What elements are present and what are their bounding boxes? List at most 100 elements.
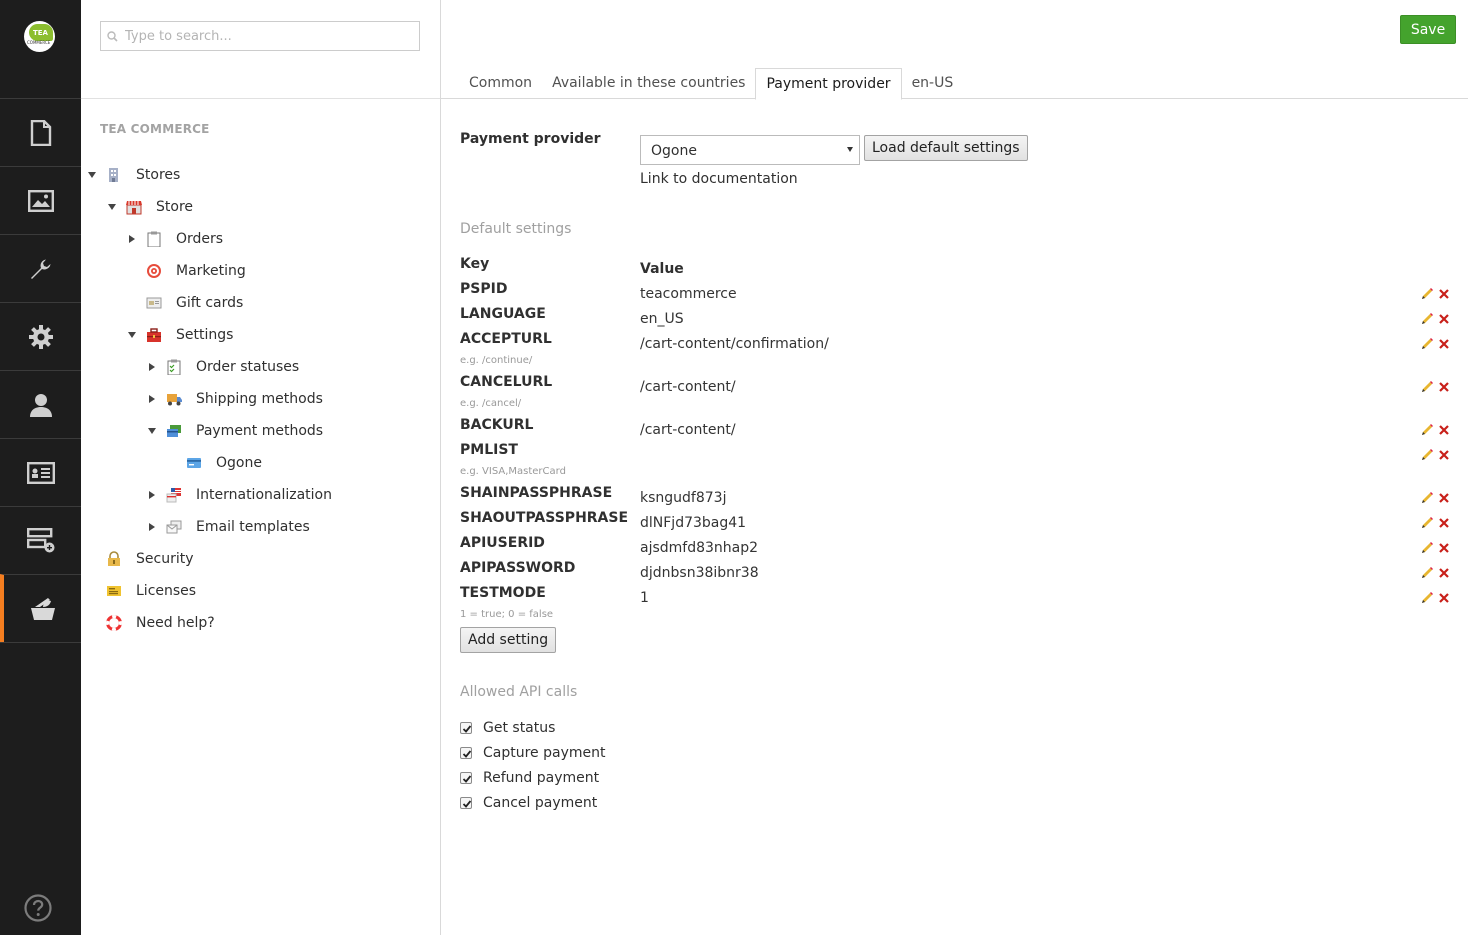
- tree-node-security[interactable]: Security: [86, 547, 194, 571]
- checkbox-label: Capture payment: [483, 745, 606, 761]
- checkbox[interactable]: [460, 747, 472, 759]
- tree-panel: TEA COMMERCE Stores Store Orders Marketi…: [81, 0, 441, 935]
- setting-key: SHAOUTPASSPHRASE: [460, 510, 629, 526]
- app-item-media[interactable]: [0, 166, 81, 234]
- checkbox-label: Cancel payment: [483, 795, 598, 811]
- app-item-users[interactable]: [0, 370, 81, 438]
- setting-key: ACCEPTURL: [460, 331, 552, 347]
- setting-hint: e.g. /cancel/: [460, 398, 522, 409]
- documentation-link[interactable]: Link to documentation: [640, 171, 798, 187]
- delete-x-icon[interactable]: [1439, 493, 1449, 503]
- add-setting-button[interactable]: Add setting: [460, 627, 557, 653]
- tree-node-order-statuses[interactable]: Order statuses: [146, 355, 299, 379]
- setting-value: /cart-content/: [640, 379, 736, 395]
- tree-node-label: Store: [156, 199, 194, 215]
- expand-right-icon[interactable]: [146, 393, 158, 405]
- delete-x-icon[interactable]: [1439, 425, 1449, 435]
- checkbox[interactable]: [460, 797, 472, 809]
- tree-node-label: Stores: [136, 167, 181, 183]
- save-button[interactable]: Save: [1400, 15, 1456, 44]
- row-actions: [1420, 422, 1452, 438]
- tree-node-gift-cards[interactable]: Gift cards: [126, 291, 243, 315]
- tree-node-stores[interactable]: Stores: [86, 163, 180, 187]
- delete-x-icon[interactable]: [1439, 593, 1449, 603]
- gear-icon: [28, 324, 53, 349]
- expand-right-icon[interactable]: [126, 233, 138, 245]
- tree-node-label: Licenses: [136, 583, 197, 599]
- delete-x-icon[interactable]: [1439, 314, 1449, 324]
- app-divider: [0, 642, 81, 643]
- store-icon: [126, 199, 142, 215]
- tree-node-licenses[interactable]: Licenses: [86, 579, 196, 603]
- tree-node-internationalization[interactable]: Internationalization: [146, 483, 332, 507]
- tab-en-us[interactable]: en-US: [902, 68, 964, 99]
- tree-node-label: Gift cards: [176, 295, 244, 311]
- pencil-icon[interactable]: [1420, 491, 1434, 505]
- pencil-icon[interactable]: [1420, 380, 1434, 394]
- pencil-icon[interactable]: [1420, 287, 1434, 301]
- expand-right-icon[interactable]: [146, 361, 158, 373]
- row-actions: [1420, 590, 1452, 606]
- app-item-content[interactable]: [0, 98, 81, 166]
- tree-node-store[interactable]: Store: [106, 195, 193, 219]
- pencil-icon[interactable]: [1420, 541, 1434, 555]
- api-call-capture-payment[interactable]: Capture payment: [460, 744, 605, 762]
- app-item-settings[interactable]: [0, 302, 81, 370]
- pencil-icon[interactable]: [1420, 423, 1434, 437]
- tea-commerce-logo[interactable]: TEA COMMERCE: [24, 21, 55, 52]
- load-default-settings-button[interactable]: Load default settings: [864, 135, 1028, 161]
- clipboard-icon: [146, 231, 162, 248]
- value-column-header: Value: [640, 261, 684, 277]
- app-sidebar: TEA COMMERCE: [0, 0, 81, 935]
- delete-x-icon[interactable]: [1439, 543, 1449, 553]
- tree-node-orders[interactable]: Orders: [126, 227, 223, 251]
- dropdown-caret-icon: [847, 147, 853, 152]
- tree-node-payment-methods[interactable]: Payment methods: [146, 419, 323, 443]
- expand-down-icon[interactable]: [146, 425, 158, 437]
- tree-node-settings[interactable]: Settings: [126, 323, 233, 347]
- credit-card-icon: [186, 455, 202, 471]
- expand-right-icon[interactable]: [146, 521, 158, 533]
- toolbox-icon: [146, 327, 162, 343]
- expand-right-icon[interactable]: [146, 489, 158, 501]
- app-item-members[interactable]: [0, 438, 81, 506]
- expand-down-icon[interactable]: [106, 201, 118, 213]
- tree-node-shipping-methods[interactable]: Shipping methods: [146, 387, 323, 411]
- delete-x-icon[interactable]: [1439, 289, 1449, 299]
- pencil-icon[interactable]: [1420, 591, 1434, 605]
- tab-available-countries[interactable]: Available in these countries: [542, 68, 755, 99]
- payment-provider-select[interactable]: Ogone: [640, 135, 860, 165]
- checkbox[interactable]: [460, 772, 472, 784]
- pencil-icon[interactable]: [1420, 516, 1434, 530]
- document-icon: [30, 119, 51, 146]
- checkbox[interactable]: [460, 722, 472, 734]
- row-actions: [1420, 565, 1452, 581]
- tree-node-ogone[interactable]: Ogone: [166, 451, 262, 475]
- pencil-icon[interactable]: [1420, 337, 1434, 351]
- delete-x-icon[interactable]: [1439, 518, 1449, 528]
- app-item-tea-commerce[interactable]: [0, 574, 81, 642]
- tree-node-email-templates[interactable]: Email templates: [146, 515, 310, 539]
- building-icon: [106, 167, 122, 183]
- api-call-get-status[interactable]: Get status: [460, 719, 555, 737]
- delete-x-icon[interactable]: [1439, 450, 1449, 460]
- pencil-icon[interactable]: [1420, 448, 1434, 462]
- pencil-icon[interactable]: [1420, 566, 1434, 580]
- tab-payment-provider[interactable]: Payment provider: [755, 68, 902, 100]
- expand-down-icon[interactable]: [86, 169, 98, 181]
- app-item-developer[interactable]: [0, 234, 81, 302]
- expand-down-icon[interactable]: [126, 329, 138, 341]
- tree-node-marketing[interactable]: Marketing: [126, 259, 246, 283]
- search-box[interactable]: [100, 21, 420, 51]
- delete-x-icon[interactable]: [1439, 339, 1449, 349]
- help-icon[interactable]: [24, 894, 52, 922]
- api-call-refund-payment[interactable]: Refund payment: [460, 769, 599, 787]
- search-input[interactable]: [125, 22, 415, 50]
- app-item-forms[interactable]: [0, 506, 81, 574]
- tree-node-need-help[interactable]: Need help?: [86, 611, 215, 635]
- tab-common[interactable]: Common: [459, 68, 542, 99]
- delete-x-icon[interactable]: [1439, 382, 1449, 392]
- api-call-cancel-payment[interactable]: Cancel payment: [460, 794, 597, 812]
- pencil-icon[interactable]: [1420, 312, 1434, 326]
- delete-x-icon[interactable]: [1439, 568, 1449, 578]
